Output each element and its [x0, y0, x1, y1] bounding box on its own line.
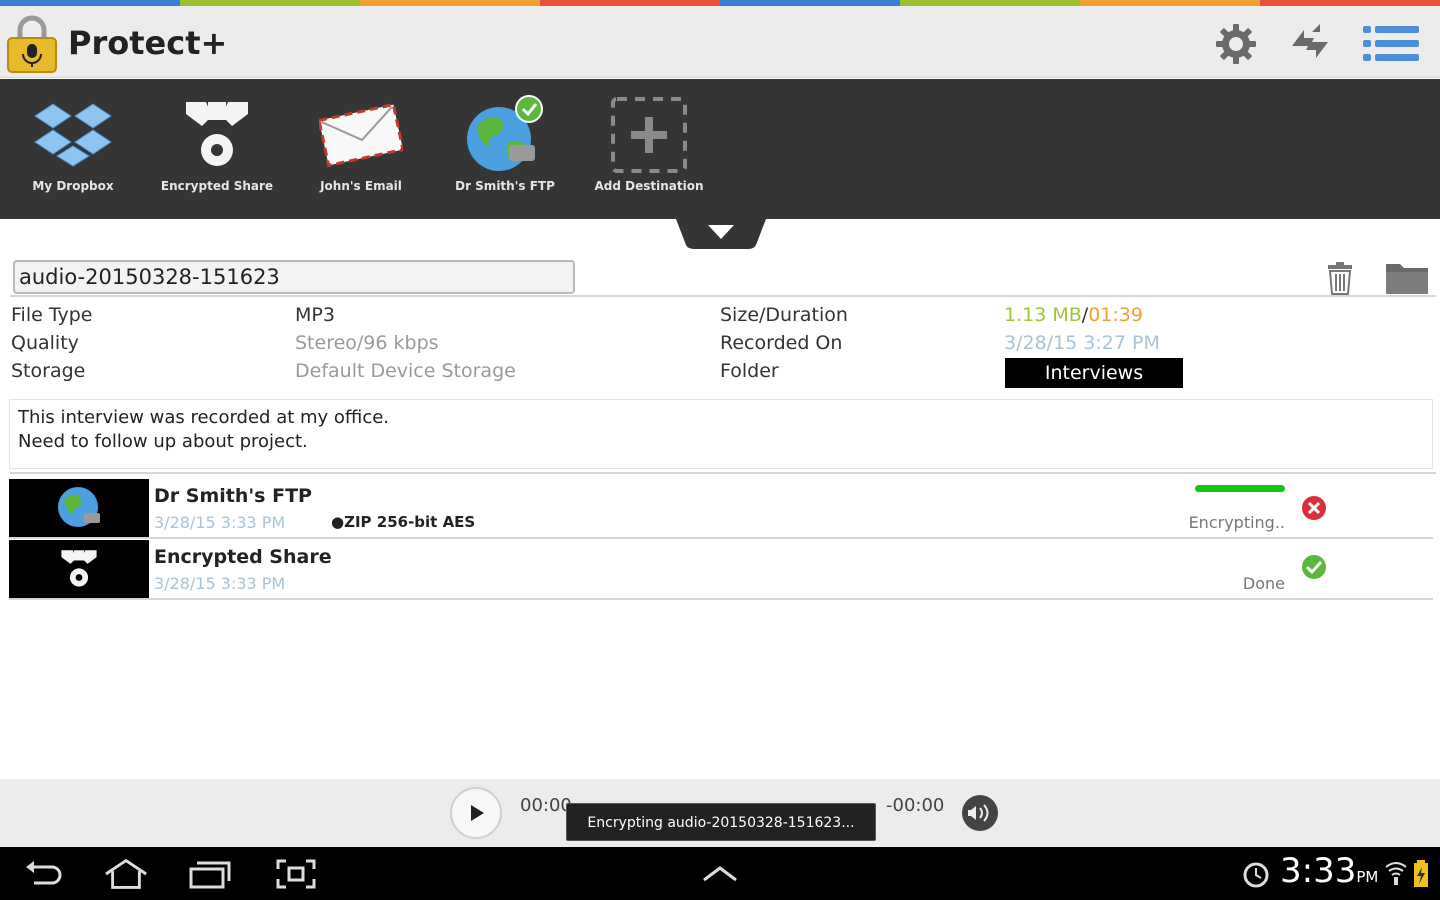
back-icon [26, 861, 62, 885]
volume-button[interactable] [962, 795, 998, 831]
recorded-on-value: 3/28/15 3:27 PM [1004, 332, 1160, 354]
file-type-value: MP3 [295, 304, 335, 326]
dropbox-icon [31, 93, 115, 177]
wifi-icon [1385, 862, 1407, 885]
storage-value: Default Device Storage [295, 360, 516, 382]
upload-date: 3/28/15 3:33 PM [154, 513, 286, 532]
destination-label: Encrypted Share [160, 179, 274, 193]
size-duration-value: 1.13 MB/01:39 [1004, 304, 1143, 326]
app-title: Protect+ [68, 24, 228, 62]
quality-value: Stereo/96 kbps [295, 332, 439, 354]
play-button[interactable] [450, 787, 502, 839]
back-button[interactable] [22, 857, 66, 891]
destination-label: My Dropbox [32, 179, 114, 193]
encryption-type: ●ZIP 256-bit AES [331, 513, 476, 531]
collapse-toggle-button[interactable] [676, 219, 766, 249]
checkmark-icon [1300, 553, 1328, 581]
upload-date: 3/28/15 3:33 PM [154, 574, 286, 593]
clock-ampm: PM [1356, 868, 1379, 886]
destination-label: John's Email [320, 179, 402, 193]
chevron-up-icon [703, 866, 737, 882]
battery-icon [1414, 860, 1428, 887]
destination-dr-smiths-ftp[interactable]: Dr Smith's FTP [440, 79, 570, 219]
screenshot-button[interactable] [274, 857, 318, 891]
cancel-icon [1300, 494, 1328, 522]
divider [10, 472, 1436, 474]
list-menu-icon [1363, 26, 1419, 61]
encrypted-share-icon [175, 93, 259, 177]
destination-johns-email[interactable]: John's Email [296, 79, 426, 219]
add-icon [607, 93, 691, 177]
quality-label: Quality [11, 332, 79, 354]
delete-button[interactable] [1322, 260, 1358, 296]
cancel-upload-button[interactable] [1299, 493, 1329, 523]
home-button[interactable] [104, 857, 148, 891]
destination-encrypted-share[interactable]: Encrypted Share [152, 79, 282, 219]
toast-message: Encrypting audio-20150328-151623... [566, 803, 876, 841]
trash-icon [1328, 262, 1352, 295]
app-tray-button[interactable] [698, 857, 742, 891]
folder-label: Folder [720, 360, 779, 382]
folder-icon [1386, 264, 1428, 294]
recorded-on-label: Recorded On [720, 332, 843, 354]
upload-progress-bar [1195, 485, 1285, 492]
menu-button[interactable] [1362, 18, 1420, 70]
destination-my-dropbox[interactable]: My Dropbox [8, 79, 138, 219]
destination-label: Add Destination [594, 179, 704, 193]
home-icon [105, 858, 147, 889]
lock-microphone-icon [6, 14, 58, 74]
player-bar: 00:00 -00:00 Encrypting audio-20150328-1… [0, 779, 1440, 847]
size-duration-label: Size/Duration [720, 304, 848, 326]
gear-icon [1216, 24, 1256, 64]
upload-name: Encrypted Share [154, 546, 332, 568]
notes-line: Need to follow up about project. [18, 431, 308, 452]
status-clock: 3:33PM [1280, 851, 1378, 891]
notes-field[interactable]: This interview was recorded at my office… [9, 399, 1433, 469]
action-bar: Protect+ [0, 6, 1440, 78]
destination-label: Dr Smith's FTP [455, 179, 555, 193]
upload-status: Encrypting.. [1188, 513, 1285, 532]
recent-apps-button[interactable] [188, 857, 232, 891]
file-type-label: File Type [11, 304, 93, 326]
storage-label: Storage [11, 360, 86, 382]
sync-icon [1292, 24, 1328, 58]
email-envelope-icon [319, 93, 403, 177]
ftp-globe-icon [463, 93, 547, 177]
speaker-icon [968, 804, 989, 822]
upload-status: Done [1242, 574, 1285, 593]
remaining-time: -00:00 [886, 795, 945, 816]
destination-add[interactable]: Add Destination [584, 79, 714, 219]
play-icon [471, 805, 484, 821]
clock-time: 3:33 [1280, 851, 1357, 891]
folder-button[interactable] [1384, 258, 1430, 296]
recent-apps-icon [189, 861, 231, 889]
divider [10, 295, 1436, 297]
ftp-globe-icon [9, 479, 149, 537]
alarm-clock-icon [1243, 862, 1269, 888]
duration-value: 01:39 [1088, 304, 1143, 326]
notes-line: This interview was recorded at my office… [18, 407, 390, 428]
folder-value[interactable]: Interviews [1005, 358, 1183, 388]
upload-row[interactable]: Dr Smith's FTP 3/28/15 3:33 PM ●ZIP 256-… [9, 479, 1433, 539]
size-value: 1.13 MB [1004, 304, 1082, 326]
sync-button[interactable] [1284, 18, 1336, 70]
upload-done-indicator [1299, 552, 1329, 582]
filename-input[interactable]: audio-20150328-151623 [13, 260, 575, 294]
upload-row[interactable]: Encrypted Share 3/28/15 3:33 PM Done [9, 540, 1433, 600]
system-navigation-bar: 3:33PM [0, 847, 1440, 900]
settings-button[interactable] [1210, 18, 1262, 70]
screenshot-icon [276, 859, 316, 889]
encrypted-share-icon [9, 540, 149, 598]
upload-name: Dr Smith's FTP [154, 485, 312, 507]
destinations-bar: My Dropbox Encrypted Share John's Email … [0, 79, 1440, 219]
elapsed-time: 00:00 [520, 795, 572, 816]
